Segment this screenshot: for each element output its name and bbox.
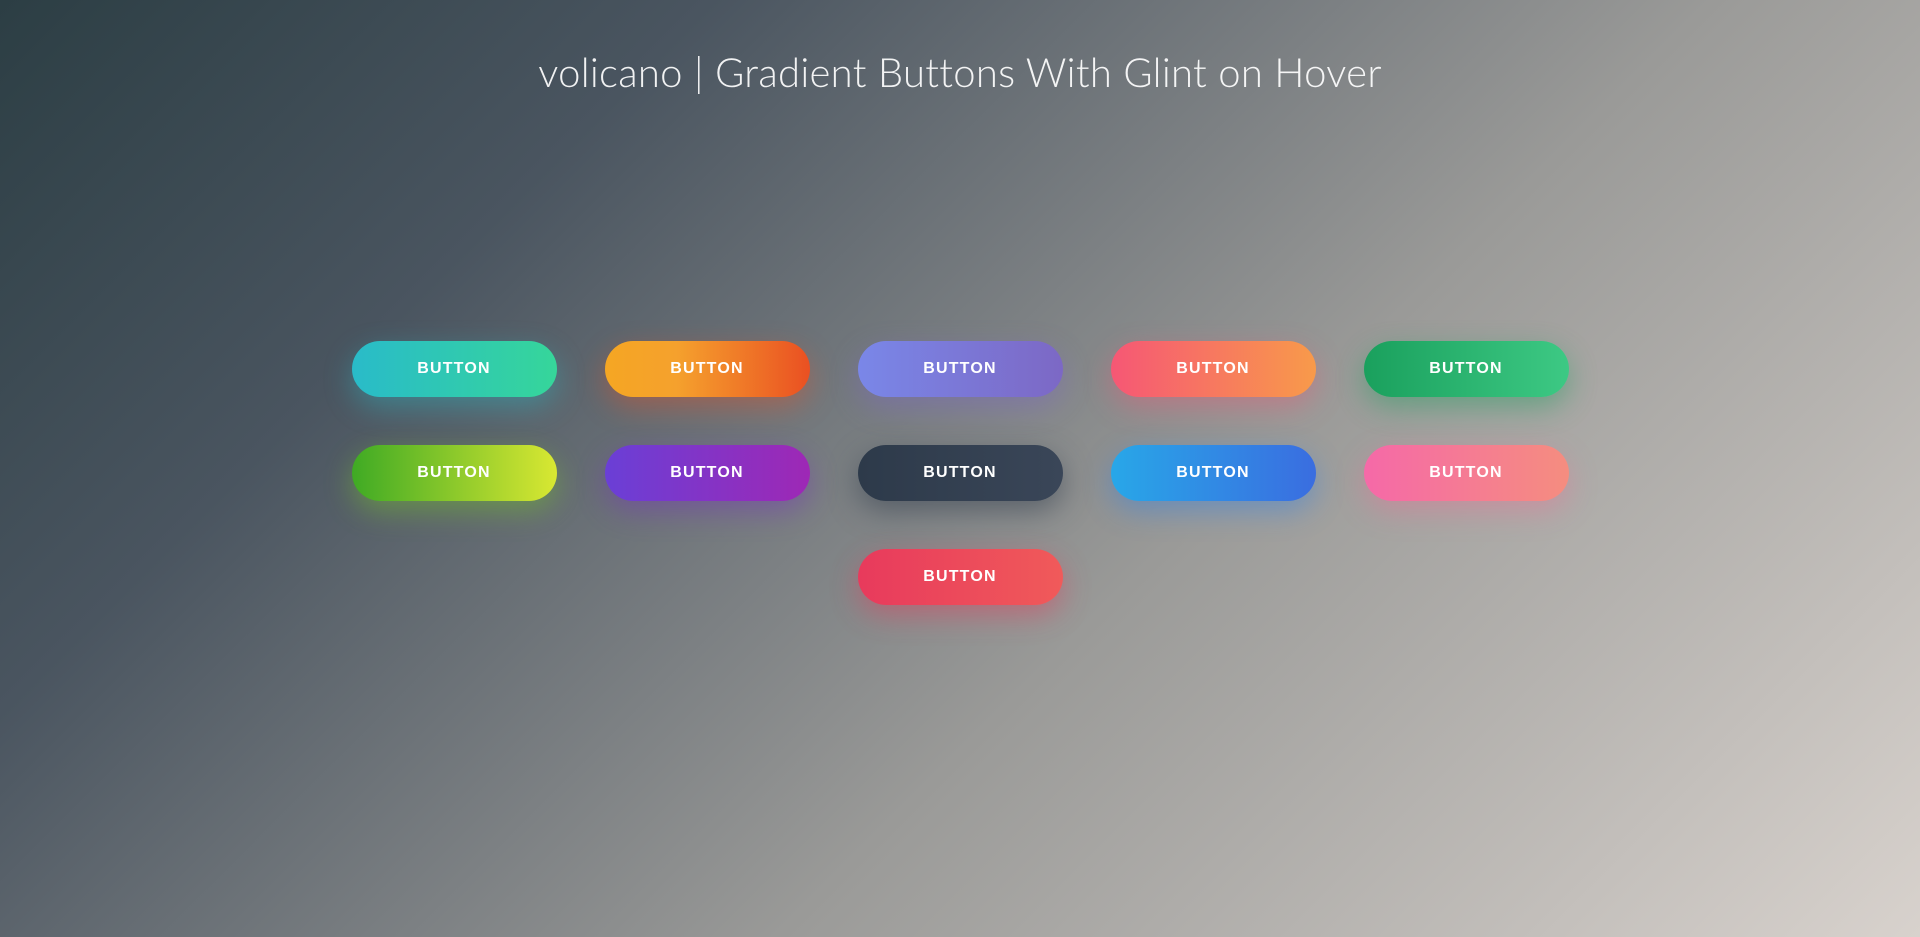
gradient-button-6[interactable]: BUTTON bbox=[352, 445, 557, 501]
gradient-button-4[interactable]: BUTTON bbox=[1111, 341, 1316, 397]
gradient-button-11[interactable]: BUTTON bbox=[858, 549, 1063, 605]
gradient-button-2[interactable]: BUTTON bbox=[605, 341, 810, 397]
gradient-button-1[interactable]: BUTTON bbox=[352, 341, 557, 397]
gradient-button-8[interactable]: BUTTON bbox=[858, 445, 1063, 501]
gradient-button-9[interactable]: BUTTON bbox=[1111, 445, 1316, 501]
gradient-button-5[interactable]: BUTTON bbox=[1364, 341, 1569, 397]
button-container: BUTTON BUTTON BUTTON BUTTON BUTTON BUTTO… bbox=[310, 341, 1610, 605]
gradient-button-10[interactable]: BUTTON bbox=[1364, 445, 1569, 501]
page-title: volicano | Gradient Buttons With Glint o… bbox=[0, 0, 1920, 96]
gradient-button-7[interactable]: BUTTON bbox=[605, 445, 810, 501]
gradient-button-3[interactable]: BUTTON bbox=[858, 341, 1063, 397]
